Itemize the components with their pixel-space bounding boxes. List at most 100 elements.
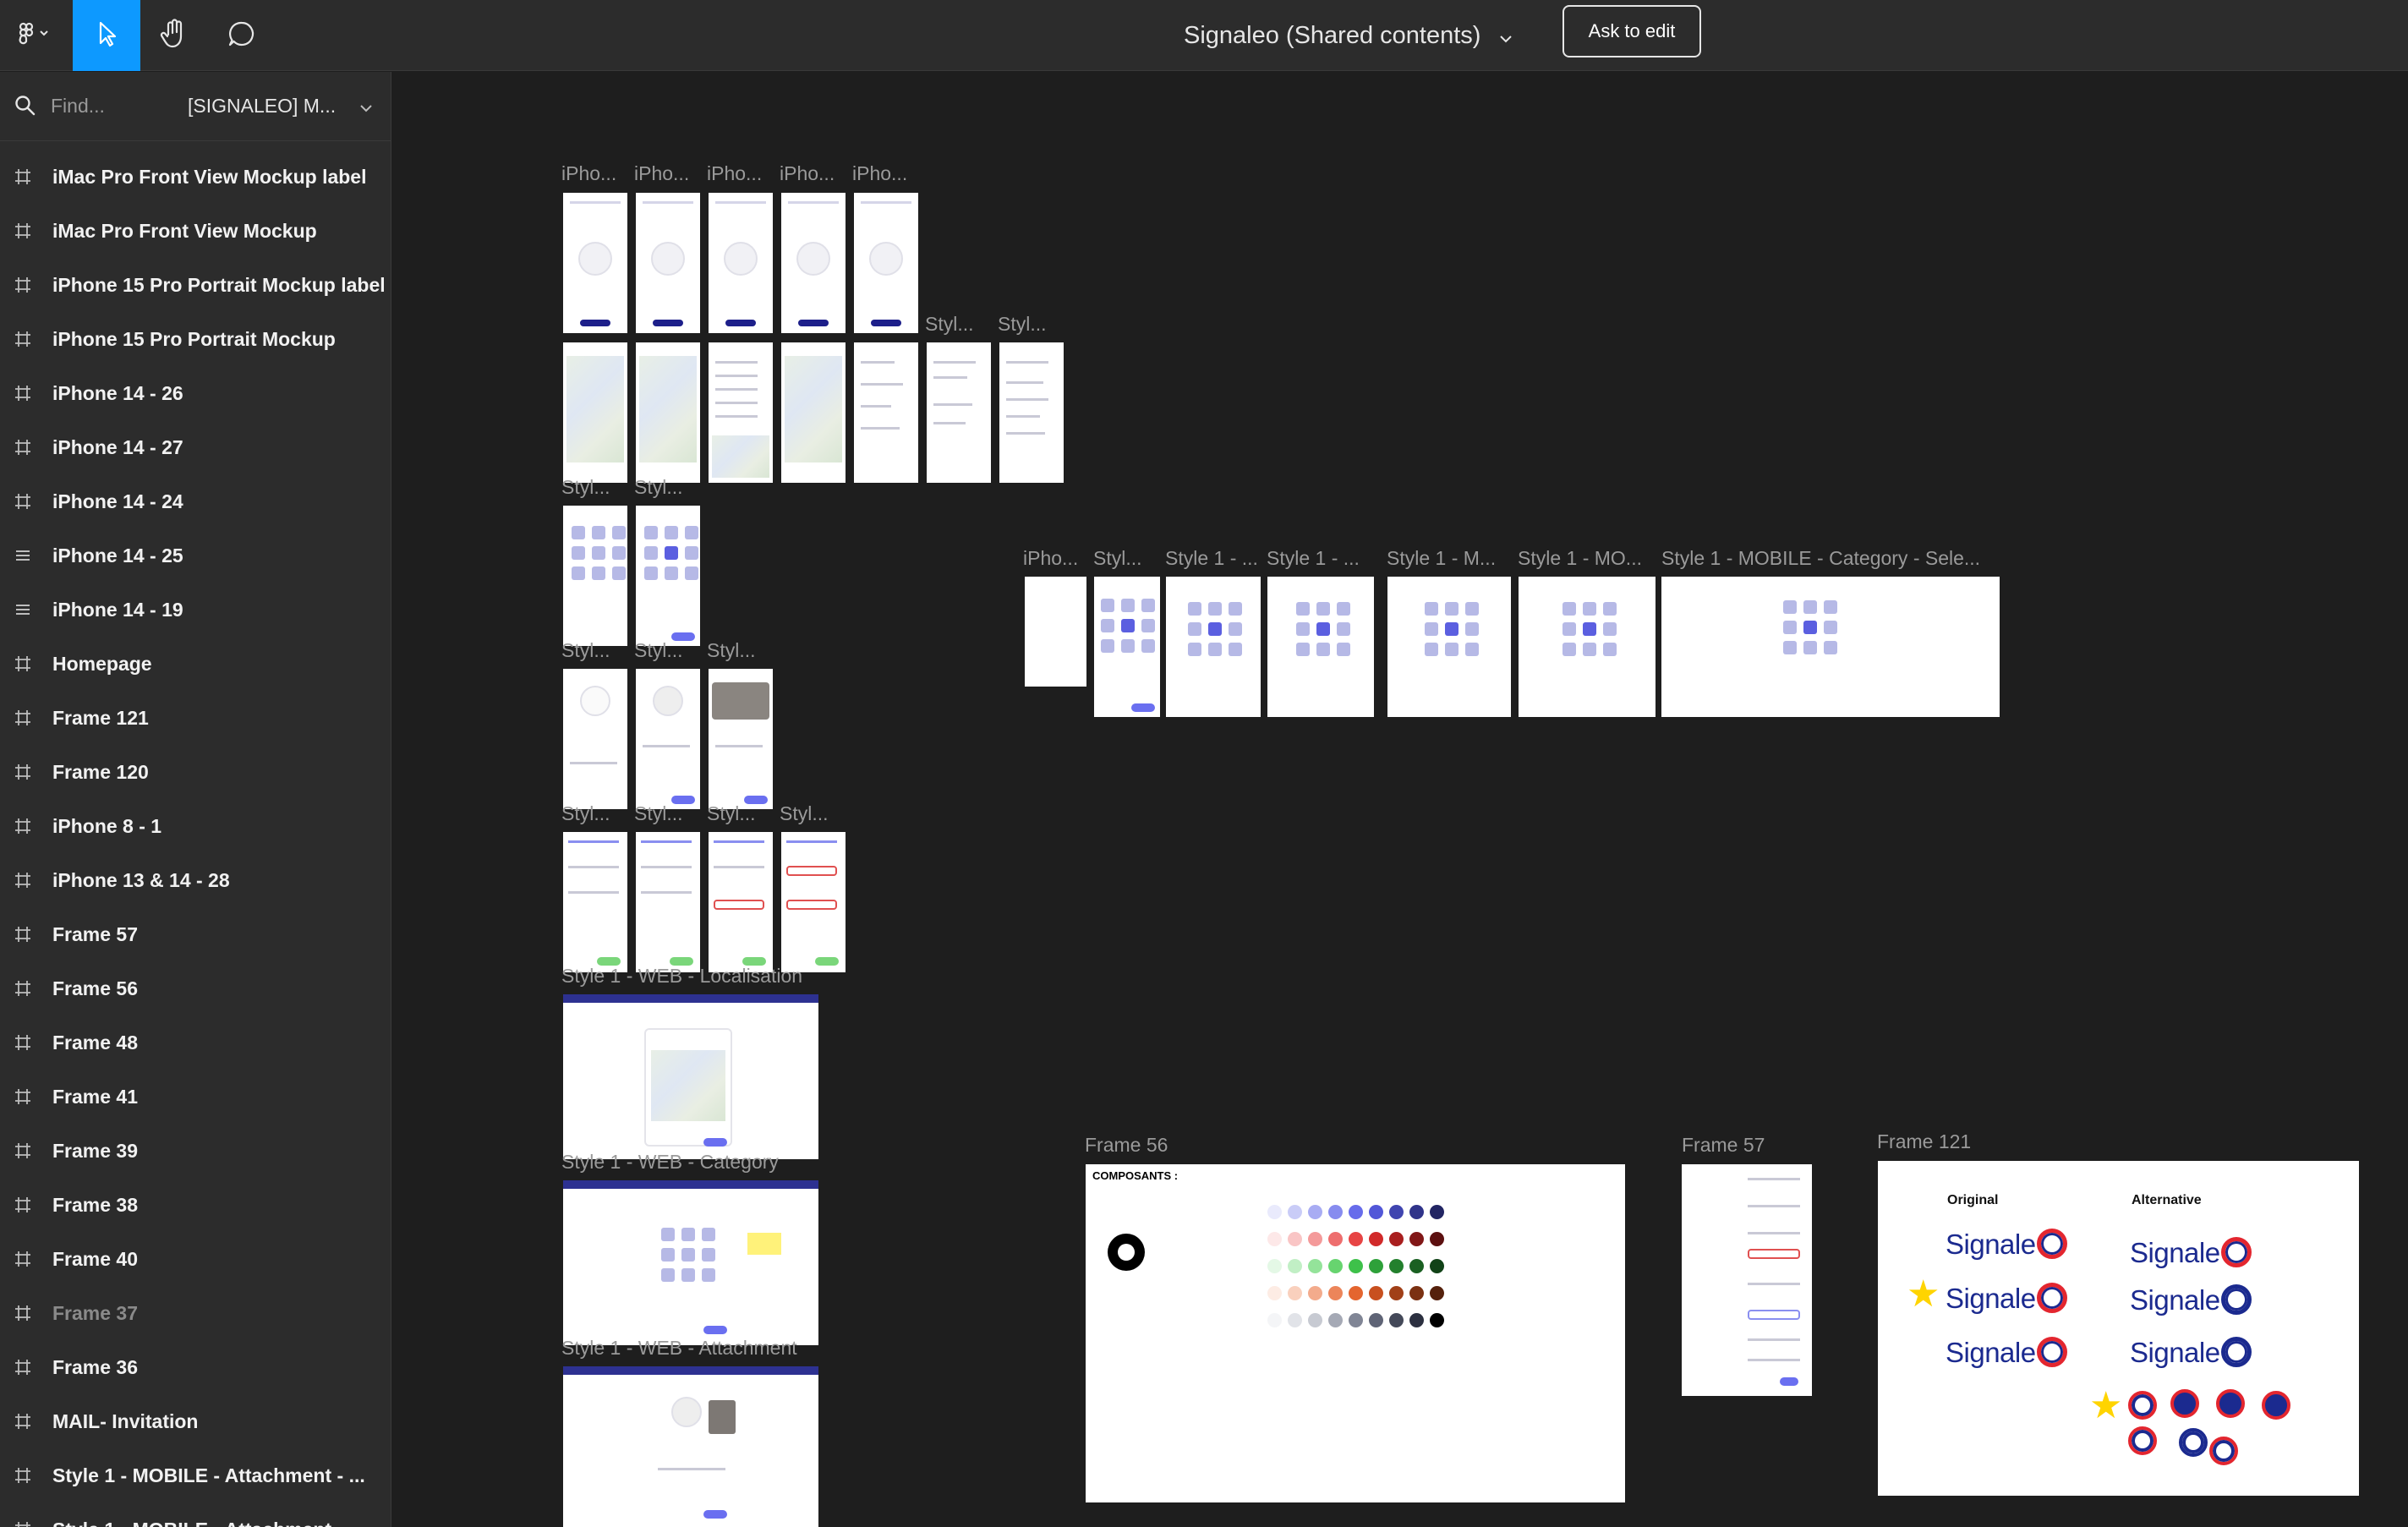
frame-label[interactable]: iPho... [1023, 547, 1082, 570]
frame-label[interactable]: Styl... [561, 476, 616, 499]
mobile-attachment-frame[interactable] [709, 669, 773, 809]
layer-item[interactable]: iMac Pro Front View Mockup label [0, 150, 391, 204]
layer-item[interactable]: iPhone 14 - 26 [0, 366, 391, 420]
mobile-home-frame[interactable] [636, 193, 700, 333]
mobile-form-frame[interactable] [636, 832, 700, 972]
layer-item[interactable]: Frame 41 [0, 1070, 391, 1124]
components-frame[interactable]: COMPOSANTS : [1086, 1164, 1625, 1502]
frame-label[interactable]: iPho... [852, 162, 915, 185]
layer-item[interactable]: iPhone 14 - 25 [0, 528, 391, 583]
frame-label[interactable]: Styl... [561, 639, 616, 662]
frame-label[interactable]: Style 1 - ... [1165, 547, 1260, 570]
mobile-attachment-frame[interactable] [636, 669, 700, 809]
mobile-home-frame[interactable] [563, 193, 627, 333]
layer-item[interactable]: Frame 48 [0, 1015, 391, 1070]
frame-label[interactable]: Frame 121 [1877, 1130, 2046, 1153]
mobile-attachment-frame[interactable] [563, 669, 627, 809]
layer-item[interactable]: iPhone 14 - 24 [0, 474, 391, 528]
frame-label[interactable]: Styl... [634, 476, 688, 499]
layer-item[interactable]: Style 1 - MOBILE - Attachment - ... [0, 1502, 391, 1527]
frame-label[interactable]: Styl... [998, 313, 1052, 336]
mobile-list-frame[interactable] [854, 342, 918, 483]
web-category-frame[interactable] [563, 1180, 818, 1345]
mobile-home-frame[interactable] [709, 193, 773, 333]
frame-label[interactable]: Styl... [561, 802, 616, 825]
layer-item[interactable]: Homepage [0, 637, 391, 691]
frame-label[interactable]: Styl... [925, 313, 979, 336]
logo-variants-frame[interactable]: Original Alternative Signale ★ Signale S… [1878, 1161, 2359, 1496]
layer-search-input[interactable] [51, 90, 178, 121]
frame-label[interactable]: Styl... [634, 802, 688, 825]
frame-label[interactable]: Styl... [1093, 547, 1147, 570]
mobile-form-frame[interactable] [563, 832, 627, 972]
form-components-frame[interactable] [1682, 1164, 1812, 1396]
layer-item[interactable]: MAIL- Invitation [0, 1394, 391, 1448]
mobile-category-frame[interactable] [1267, 577, 1374, 717]
hand-tool-button[interactable] [140, 0, 208, 71]
frame-label[interactable]: Style 1 - MOBILE - Category - Sele... [1661, 547, 2000, 570]
frame-label[interactable]: iPho... [561, 162, 624, 185]
layer-item[interactable]: iPhone 8 - 1 [0, 799, 391, 853]
frame-label[interactable]: iPho... [707, 162, 769, 185]
layer-item[interactable]: Frame 56 [0, 961, 391, 1015]
web-localisation-frame[interactable] [563, 994, 818, 1159]
blank-mobile-frame[interactable] [1025, 577, 1086, 687]
frame-label[interactable]: Frame 56 [1085, 1134, 1254, 1157]
layer-item[interactable]: Frame 40 [0, 1232, 391, 1286]
mobile-category-frame[interactable] [1094, 577, 1160, 717]
layer-item[interactable]: Frame 120 [0, 745, 391, 799]
ask-to-edit-button[interactable]: Ask to edit [1562, 5, 1701, 57]
main-menu-button[interactable] [0, 0, 68, 71]
layer-item[interactable]: iPhone 14 - 27 [0, 420, 391, 474]
frame-label[interactable]: Styl... [707, 802, 761, 825]
layer-item[interactable]: Frame 121 [0, 691, 391, 745]
file-title-menu[interactable]: Signaleo (Shared contents) [1184, 0, 1513, 71]
layer-item[interactable]: Frame 38 [0, 1178, 391, 1232]
frame-label[interactable]: Frame 57 [1682, 1134, 1809, 1157]
page-selector[interactable]: [SIGNALEO] M... [188, 90, 373, 121]
layer-item[interactable]: iPhone 15 Pro Portrait Mockup label [0, 258, 391, 312]
layer-item[interactable]: Frame 39 [0, 1124, 391, 1178]
mobile-category-frame[interactable] [1166, 577, 1261, 717]
mobile-category-select-frame[interactable] [1661, 577, 2000, 717]
chevron-down-icon [359, 95, 373, 118]
mobile-map-frame[interactable] [781, 342, 846, 483]
frame-label[interactable]: Style 1 - ... [1267, 547, 1375, 570]
mobile-form-frame[interactable] [781, 832, 846, 972]
frame-label[interactable]: Style 1 - WEB - Localisation [561, 965, 832, 988]
mobile-home-frame[interactable] [781, 193, 846, 333]
frame-label[interactable]: iPho... [634, 162, 697, 185]
comment-tool-button[interactable] [208, 0, 276, 71]
mobile-category-frame[interactable] [1387, 577, 1511, 717]
frame-label[interactable]: Style 1 - MO... [1518, 547, 1655, 570]
layer-item[interactable]: Frame 57 [0, 907, 391, 961]
mobile-map-frame[interactable] [563, 342, 627, 483]
mobile-map-frame[interactable] [636, 342, 700, 483]
frame-label[interactable]: iPho... [780, 162, 842, 185]
frame-label[interactable]: Style 1 - M... [1387, 547, 1510, 570]
design-canvas[interactable]: iPho... iPho... iPho... iPho... iPho... … [392, 72, 2408, 1527]
layer-item[interactable]: Frame 36 [0, 1340, 391, 1394]
mobile-category-frame[interactable] [563, 506, 627, 646]
mobile-home-frame[interactable] [854, 193, 918, 333]
layer-item[interactable]: iPhone 14 - 19 [0, 583, 391, 637]
mobile-list-frame[interactable] [709, 342, 773, 483]
frame-label[interactable]: Styl... [780, 802, 834, 825]
layer-item[interactable]: Style 1 - MOBILE - Attachment - ... [0, 1448, 391, 1502]
layer-item[interactable]: iMac Pro Front View Mockup [0, 204, 391, 258]
layer-item[interactable]: iPhone 13 & 14 - 28 [0, 853, 391, 907]
mobile-category-frame[interactable] [1519, 577, 1656, 717]
frame-label[interactable]: Style 1 - WEB - Category [561, 1151, 832, 1174]
frame-label[interactable]: Styl... [707, 639, 761, 662]
mobile-list-frame[interactable] [927, 342, 991, 483]
mobile-form-frame[interactable] [709, 832, 773, 972]
layer-label: iPhone 15 Pro Portrait Mockup label [52, 273, 386, 296]
layer-item[interactable]: iPhone 15 Pro Portrait Mockup [0, 312, 391, 366]
mobile-category-frame[interactable] [636, 506, 700, 646]
frame-label[interactable]: Style 1 - WEB - Attachment [561, 1337, 832, 1360]
web-attachment-frame[interactable] [563, 1366, 818, 1527]
layer-item[interactable]: Frame 37 [0, 1286, 391, 1340]
move-tool-button[interactable] [73, 0, 140, 71]
frame-label[interactable]: Styl... [634, 639, 688, 662]
mobile-list-frame[interactable] [999, 342, 1064, 483]
